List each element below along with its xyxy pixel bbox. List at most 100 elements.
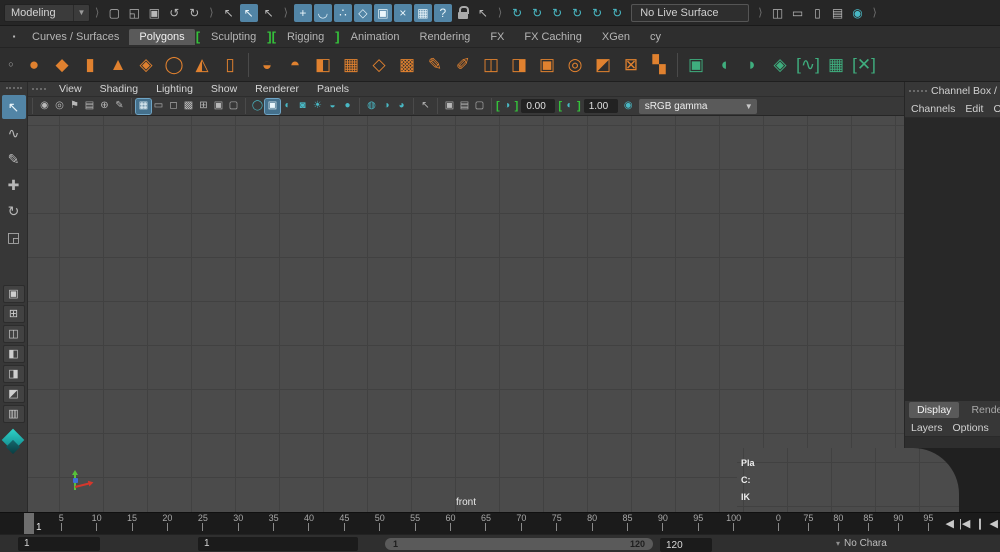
time-slider[interactable]: 1 5 10 15 20 25 30 35 40 45 50 55 60 65 70 75 80 85 90 95 1… <box>0 512 1000 534</box>
ipr-render-icon[interactable]: ▯ <box>808 4 826 22</box>
construction-history-icon-1[interactable]: ↻ <box>508 4 526 22</box>
field-chart-icon[interactable]: ⊞ <box>196 99 211 114</box>
gate-mask-icon[interactable]: ▩ <box>181 99 196 114</box>
save-scene-icon[interactable]: ▣ <box>145 4 163 22</box>
image-plane-icon[interactable]: ▤ <box>82 99 97 114</box>
menu-channels[interactable]: Channels <box>911 103 955 115</box>
layout-uv-editor-icon[interactable]: ◩ <box>2 385 25 403</box>
uv-automatic-icon[interactable]: ◈ <box>767 52 793 78</box>
select-tool-icon[interactable]: ↖ <box>1 95 26 119</box>
poly-pyramid-icon[interactable]: ◭ <box>189 52 215 78</box>
construction-history-icon-4[interactable]: ↻ <box>568 4 586 22</box>
color-management-icon[interactable]: ◉ <box>621 99 636 114</box>
construction-history-icon-5[interactable]: ↻ <box>588 4 606 22</box>
menu-set-dropdown[interactable]: Modeling ▼ <box>4 3 90 22</box>
panel-option-icon-2[interactable]: ▤ <box>457 99 472 114</box>
wireframe-on-shaded-icon[interactable]: ◐ <box>280 99 295 114</box>
combine-icon[interactable]: ◒ <box>254 52 280 78</box>
menu-panels[interactable]: Panels <box>317 83 349 95</box>
select-camera-icon[interactable]: ◉ <box>37 99 52 114</box>
step-back-frame-button[interactable]: |◀ <box>959 517 970 530</box>
new-scene-icon[interactable]: ▢ <box>105 4 123 22</box>
menu-show[interactable]: Show <box>211 83 237 95</box>
snap-help-icon[interactable]: ? <box>433 3 452 22</box>
open-scene-icon[interactable]: ◱ <box>125 4 143 22</box>
rotate-tool-icon[interactable]: ↻ <box>2 199 26 223</box>
select-component-icon[interactable]: ↖ <box>260 4 278 22</box>
go-to-start-button[interactable]: ◀ <box>946 517 954 530</box>
smooth-icon[interactable]: ◇ <box>366 52 392 78</box>
menu-shading[interactable]: Shading <box>100 83 139 95</box>
fill-hole-icon[interactable]: ▦ <box>338 52 364 78</box>
safe-action-icon[interactable]: ▣ <box>211 99 226 114</box>
camera-attributes-icon[interactable]: ◎ <box>52 99 67 114</box>
layout-persp-outliner-icon[interactable]: ◫ <box>2 325 25 343</box>
panel-grip[interactable] <box>909 90 927 92</box>
current-time-indicator[interactable] <box>24 513 34 534</box>
gamma-dropdown[interactable]: sRGB gamma ▼ <box>638 98 757 114</box>
tab-cy[interactable]: cy <box>640 29 671 45</box>
paint-select-tool-icon[interactable]: ✎ <box>2 147 26 171</box>
layout-four-view-icon[interactable]: ⊞ <box>2 305 25 323</box>
snap-to-grid-icon[interactable]: + <box>293 3 312 22</box>
uv-cut-sew-icon[interactable]: [✕] <box>851 52 877 78</box>
bridge-icon[interactable]: ▣ <box>534 52 560 78</box>
wireframe-icon[interactable]: ◯ <box>250 99 265 114</box>
panel-option-icon-3[interactable]: ▢ <box>472 99 487 114</box>
live-surface-field[interactable]: No Live Surface <box>631 3 750 22</box>
render-current-frame-icon[interactable]: ▭ <box>788 4 806 22</box>
range-slider[interactable]: 1 120 <box>385 538 653 550</box>
highlight-selection-mode-icon[interactable]: ↖ <box>474 4 492 22</box>
create-polygon-tool-icon[interactable]: ✎ <box>422 52 448 78</box>
tab-fx-caching[interactable]: FX Caching <box>514 29 591 45</box>
menu-object[interactable]: O <box>993 103 1000 115</box>
layout-single-pane-icon[interactable]: ▣ <box>2 285 25 303</box>
lock-selection-icon[interactable] <box>454 4 472 22</box>
safe-title-icon[interactable]: ▢ <box>226 99 241 114</box>
snap-to-view-planes-icon[interactable]: ▣ <box>373 3 392 22</box>
tab-render[interactable]: Render <box>963 402 1000 418</box>
contrast-field[interactable]: 1.00 <box>583 99 618 113</box>
tab-fx[interactable]: FX <box>480 29 514 45</box>
shelf-options-icon[interactable]: ○ <box>3 52 19 78</box>
toolbox-grip[interactable] <box>5 87 22 89</box>
layout-persp-graph-icon[interactable]: ◧ <box>2 345 25 363</box>
chevron-down-icon[interactable]: ▼ <box>73 4 89 21</box>
snap-to-points-icon[interactable]: ∴ <box>333 3 352 22</box>
uv-layout-icon[interactable]: ▦ <box>823 52 849 78</box>
mirror-icon[interactable]: ◨ <box>506 52 532 78</box>
grease-pencil-icon[interactable]: ✎ <box>112 99 127 114</box>
layout-hypershade-icon[interactable]: ◨ <box>2 365 25 383</box>
snap-to-projected-center-icon[interactable]: ◇ <box>353 3 372 22</box>
snap-to-curves-icon[interactable]: ◡ <box>313 3 332 22</box>
resolution-gate-icon[interactable]: ◻ <box>166 99 181 114</box>
grid-toggle-icon[interactable]: ▦ <box>135 97 152 115</box>
subdivide-icon[interactable]: ▩ <box>394 52 420 78</box>
menu-layers[interactable]: Layers <box>911 422 943 434</box>
make-live-icon[interactable]: × <box>393 3 412 22</box>
select-object-icon[interactable]: ↖ <box>239 3 258 22</box>
layout-custom-icon[interactable]: ▥ <box>2 405 25 423</box>
undo-icon[interactable]: ↺ <box>165 4 183 22</box>
menu-edit[interactable]: Edit <box>965 103 983 115</box>
redo-icon[interactable]: ↻ <box>185 4 203 22</box>
tab-display[interactable]: Display <box>909 402 960 418</box>
playback-start-field[interactable]: 1 <box>198 536 358 551</box>
poly-cylinder-icon[interactable]: ▮ <box>77 52 103 78</box>
xray-joints-icon[interactable]: ◑ <box>379 99 394 114</box>
two-d-pan-zoom-icon[interactable]: ⊕ <box>97 99 112 114</box>
shaded-icon[interactable]: ▣ <box>264 97 281 115</box>
animation-start-field[interactable]: 1 <box>18 536 100 551</box>
construction-history-icon-2[interactable]: ↻ <box>528 4 546 22</box>
menu-renderer[interactable]: Renderer <box>255 83 299 95</box>
quad-draw-icon[interactable]: ◩ <box>590 52 616 78</box>
isolate-select-icon[interactable]: ↖ <box>418 99 433 114</box>
screen-space-ao-icon[interactable]: ● <box>340 99 355 114</box>
extrude-icon[interactable]: ◫ <box>478 52 504 78</box>
tab-rendering[interactable]: Rendering <box>410 29 481 45</box>
snap-together-icon[interactable]: ▦ <box>413 3 432 22</box>
menu-options[interactable]: Options <box>953 422 989 434</box>
tab-sculpting[interactable]: Sculpting <box>201 29 266 45</box>
tab-rigging[interactable]: Rigging <box>277 29 334 45</box>
tab-polygons[interactable]: Polygons <box>129 28 195 45</box>
